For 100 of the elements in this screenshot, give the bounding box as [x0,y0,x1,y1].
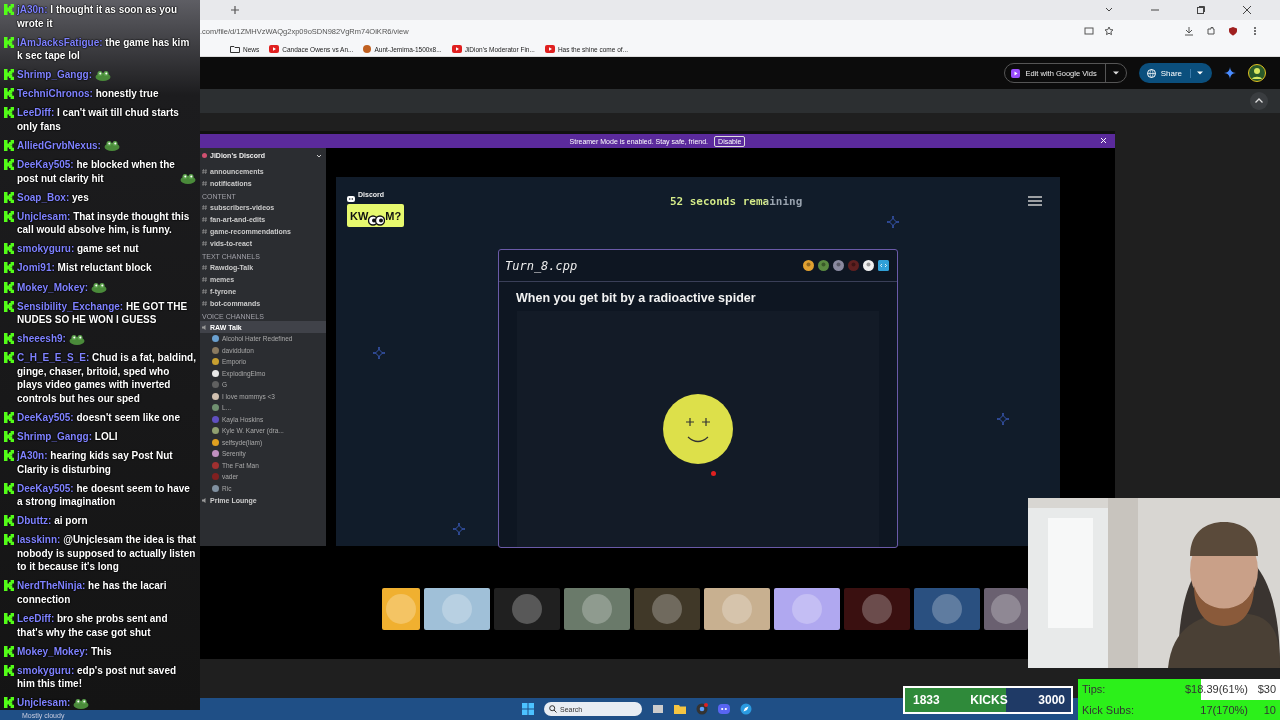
chat-message: LeeDiff: I can't wait till chud starts only fans [17,106,180,134]
sparkle-icon[interactable] [1224,67,1236,79]
chat-message: jA30n: I thought it as soon as you wrote it [17,3,178,30]
browser-icon[interactable] [696,703,708,715]
chat-message: DeeKay505: he doesnt seem to have a strong imagination [17,481,191,509]
speaker-icon [202,497,207,503]
goal-target: $30 [1257,683,1276,696]
chat-message: IAmJacksFatigue: the game has kim k sec tape lol [17,35,191,63]
chat-message: sheeesh9: [17,332,66,346]
smiley-drawing [662,393,734,465]
logo-text: M? [385,209,402,222]
kick-badge-icon [4,515,14,527]
share-button-group[interactable]: Share [1138,63,1212,83]
puzzle-icon[interactable] [1206,26,1216,36]
participant-tile[interactable] [984,588,1028,630]
folder-icon [230,45,240,53]
participant-tile[interactable] [424,588,490,630]
participant-tile[interactable] [564,588,630,630]
goal-label: Tips: [1082,683,1107,696]
goal-target: 10 [1263,703,1276,716]
shield-icon[interactable] [1228,26,1238,36]
participant-tile[interactable] [774,588,840,630]
avatar-icon[interactable] [1248,64,1266,82]
goal-label: Kick Subs: [1082,703,1135,716]
chevron-up-icon[interactable] [1250,92,1268,110]
kick-badge-icon [4,352,14,364]
close-icon[interactable] [1242,5,1252,15]
kick-badge-icon [4,431,14,442]
participant-tile[interactable] [494,588,560,630]
install-icon[interactable] [1084,26,1094,36]
speaker-icon [202,324,207,330]
kick-badge-icon [4,107,14,119]
caret-icon[interactable] [1111,69,1120,77]
download-icon[interactable] [1184,26,1194,36]
chat-message: smokyguru: game set nut [17,242,139,256]
caret-icon[interactable] [1196,69,1204,77]
file-name: Turn_8.cpp [505,258,578,273]
kick-badge-icon [4,645,14,657]
star-icon[interactable] [1104,26,1114,36]
participant-tile[interactable] [914,588,980,630]
prompt-text: When you get bit by a radioactive spider [515,290,757,307]
chat-message: Sensibility_Exchange: HE GOT THE NUDES SO HE WON I GUESS [17,299,189,327]
kick-badge-icon [4,450,14,462]
kick-badge-icon [4,580,14,592]
participant-tile[interactable] [704,588,770,630]
play-icon [451,45,462,53]
hash-icon [202,228,207,234]
kick-badge-icon [4,482,14,494]
kick-badge-icon [4,36,14,48]
chat-message: Shrimp_Gangg: [17,68,92,82]
chat-message: AlliedGrvbNexus: [17,138,101,153]
chat-message: Shrimp_Gangg: LOLI [17,430,118,444]
kick-badge-icon [4,697,14,709]
window-icon[interactable] [652,703,664,715]
chat-message: LeeDiff: bro she probs sent and that's why the case got shut [17,612,169,640]
play-icon [544,45,555,53]
kicks-label: KICKS [970,693,1008,707]
hash-icon [202,240,207,246]
logo-text: KW [350,209,369,222]
folder-icon[interactable] [674,703,686,715]
kick-badge-icon [4,88,14,100]
participant-tile[interactable] [634,588,700,630]
chat-message: smokyguru: edp's post nut saved him this time! [17,663,178,691]
sparkle-icon [453,523,465,535]
chat-message: NerdTheNinja: he has the lacari connection [17,579,168,607]
chat-message: Unjclesam: [17,696,71,710]
kick-badge-icon [4,300,14,312]
participant-tile[interactable] [382,588,420,630]
kick-badge-icon [4,534,14,546]
video-icon [1011,68,1021,78]
compass-icon[interactable] [740,703,752,715]
kick-badge-icon [4,210,14,222]
windows-icon[interactable] [522,703,534,715]
sparkle-icon [373,347,385,359]
new-tab-icon[interactable] [230,5,240,15]
hash-icon [202,168,207,174]
chat-message: DeeKay505: doesn't seem like one [17,410,181,425]
sparkle-icon [997,413,1009,425]
chat-message: lasskinn: @Unjclesam the idea is that nobody is supposed to actually listen to it because it's long [17,533,196,574]
timer-text: 52 seconds remaining [669,195,803,208]
chevron-down-icon[interactable] [316,152,322,159]
share-button[interactable]: Share [1160,68,1191,78]
kick-badge-icon [4,4,14,15]
kicks-goal: 3000 [1038,693,1065,707]
menu-icon[interactable] [1028,196,1042,206]
kick-badge-icon [4,262,14,274]
restore-icon[interactable] [1196,5,1206,15]
kick-badge-icon [4,411,14,423]
kicks-count: 1833 [913,693,940,707]
chat-app-icon[interactable] [718,703,730,715]
kick-badge-icon [4,159,14,171]
dot-icon [711,471,716,476]
chat-message: DeeKay505: he blocked when the post nut clarity hit [17,158,176,186]
chat-message: Unjclesam: That insyde thought this call would absolve him, is funny. [17,209,191,237]
hash-icon [202,288,207,294]
eyes-icon [368,215,386,226]
chat-message: Jomi91: Mist reluctant block [17,261,152,275]
participant-tile[interactable] [844,588,910,630]
site-icon [363,45,372,53]
controller-icon [347,196,355,202]
